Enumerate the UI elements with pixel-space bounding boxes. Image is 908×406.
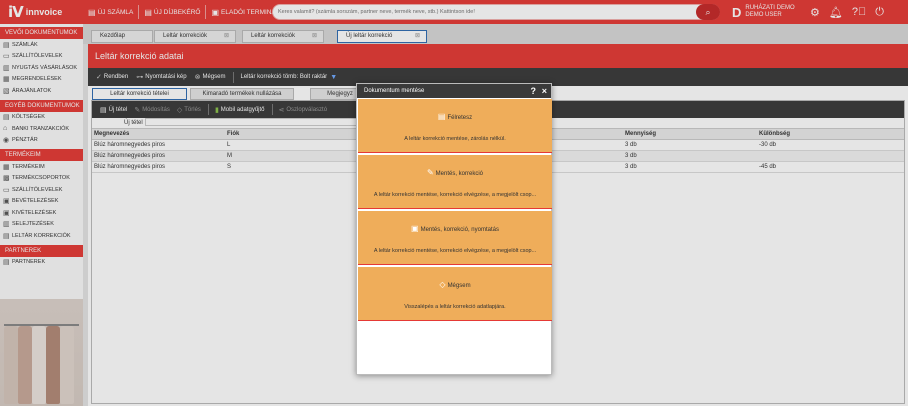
option-title: Mentés, korrekció, nyomtatás — [420, 227, 499, 233]
option-save-correct[interactable]: ✎ Mentés, korrekció A leltár korrekció me… — [358, 155, 552, 209]
document-icon: ▤ — [437, 112, 446, 121]
option-description: A leltár korrekció mentése, korrekció el… — [373, 248, 537, 254]
close-icon[interactable]: × — [542, 84, 547, 98]
printer-icon: ▣ — [411, 224, 419, 233]
option-cancel[interactable]: ◇ Mégsem Visszalépés a leltár korrekció a… — [358, 267, 552, 321]
dialog-title: Dokumentum mentése — [364, 88, 425, 94]
option-set-aside[interactable]: ▤ Félretesz A leltár korrekció mentése, z… — [358, 99, 552, 153]
option-description: A leltár korrekció mentése, korrekció el… — [373, 192, 537, 198]
option-save-correct-print[interactable]: ▣ Mentés, korrekció, nyomtatás A leltár k… — [358, 211, 552, 265]
option-title: Mégsem — [447, 283, 471, 289]
save-document-dialog: Dokumentum mentése ? × ▤ Félretesz A lelt… — [356, 83, 552, 375]
dialog-header: Dokumentum mentése ? × — [357, 84, 551, 98]
option-description: A leltár korrekció mentése, zárolás nélk… — [404, 136, 506, 142]
eraser-icon: ◇ — [439, 280, 446, 289]
help-icon[interactable]: ? — [531, 84, 537, 98]
option-title: Félretesz — [447, 115, 473, 121]
pencil-icon: ✎ — [426, 168, 434, 177]
option-title: Mentés, korrekció — [435, 171, 484, 177]
option-description: Visszalépés a leltár korrekció adatlapjá… — [404, 304, 506, 310]
